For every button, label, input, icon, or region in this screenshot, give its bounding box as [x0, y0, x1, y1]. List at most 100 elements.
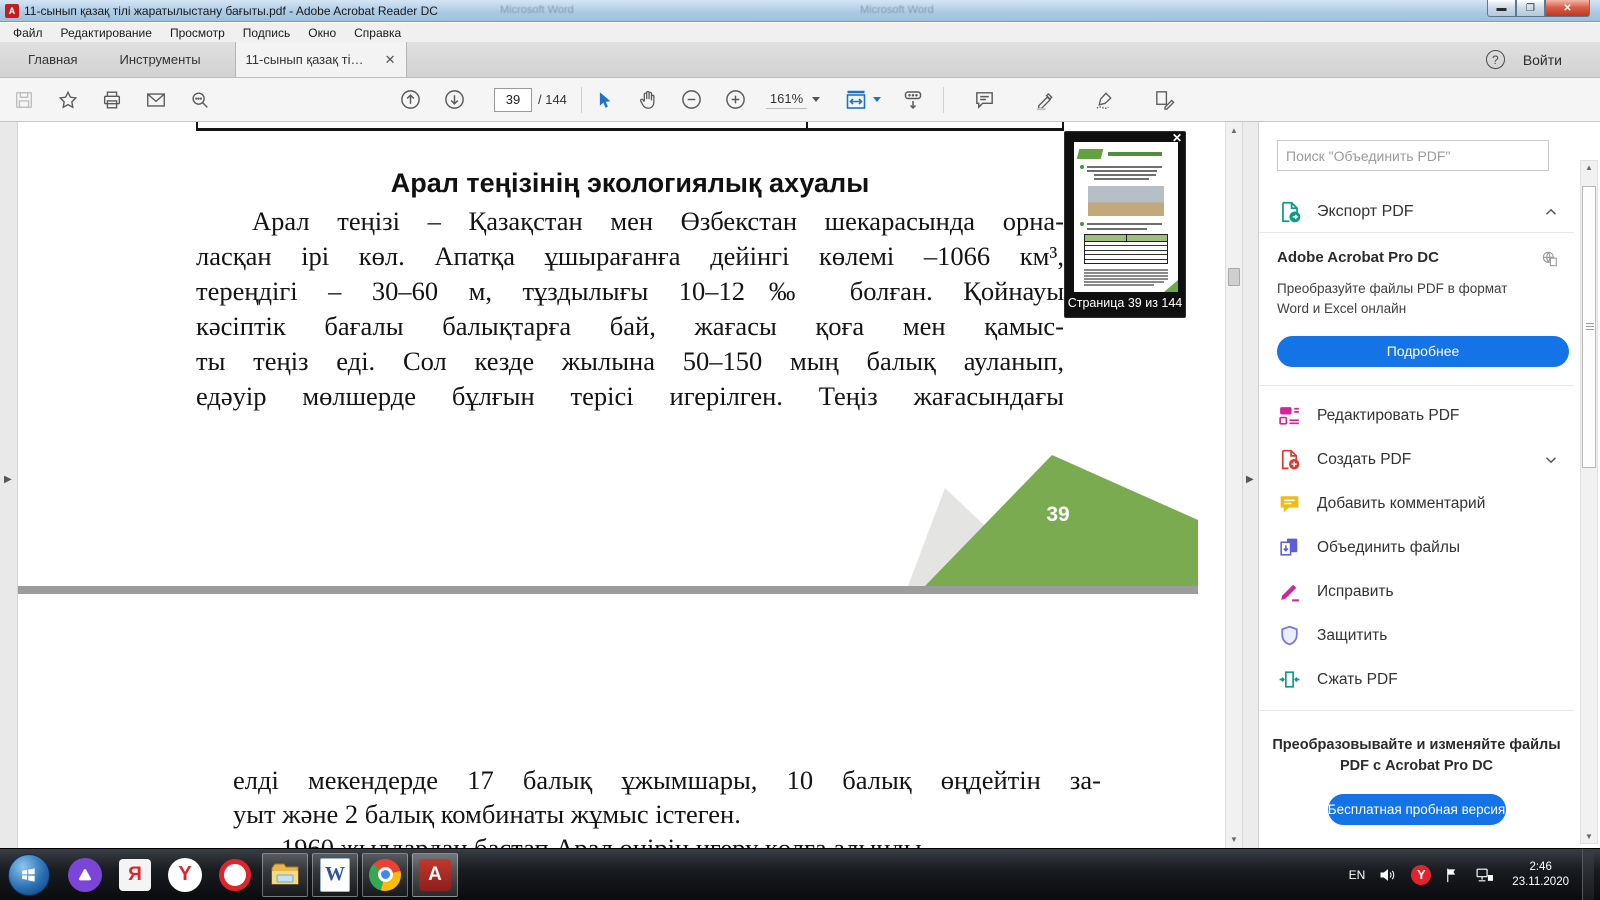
scroll-down-icon[interactable]: ▼	[1226, 835, 1242, 844]
tools-pane-strip: ▶	[1242, 122, 1258, 848]
sign-in-button[interactable]: Войти	[1523, 52, 1562, 68]
tray-yandex-icon[interactable]: Y	[1411, 865, 1431, 885]
tab-document-label: 11-сынып қазақ ті…	[246, 52, 364, 67]
language-indicator[interactable]: EN	[1349, 868, 1366, 882]
menu-help[interactable]: Справка	[345, 26, 410, 40]
panel-scrollbar-thumb[interactable]	[1582, 186, 1596, 468]
fill-sign-icon[interactable]	[1092, 88, 1116, 112]
document-area[interactable]: Арал теңізінің экологиялық ахуалы Арал т…	[18, 122, 1225, 848]
tab-document[interactable]: 11-сынып қазақ ті… ✕	[235, 42, 407, 77]
fix-pencil-icon	[1277, 579, 1302, 604]
navigation-pane-strip: ▶	[0, 122, 18, 848]
search-icon[interactable]	[188, 88, 212, 112]
zoom-in-icon[interactable]	[724, 88, 748, 112]
clock[interactable]: 2:46 23.11.2020	[1512, 860, 1569, 890]
start-button[interactable]	[8, 854, 50, 896]
taskbar-chrome-icon[interactable]	[362, 853, 408, 897]
save-icon[interactable]	[12, 88, 36, 112]
email-icon[interactable]	[144, 88, 168, 112]
next-page-icon[interactable]	[442, 88, 466, 112]
tools-search-input[interactable]	[1286, 148, 1540, 164]
tool-compress-pdf[interactable]: Сжать PDF	[1259, 658, 1574, 702]
background-window-title: Microsoft Word	[500, 4, 574, 16]
promo-more-button[interactable]: Подробнее	[1277, 336, 1569, 367]
comment-icon[interactable]	[972, 88, 996, 112]
tool-protect[interactable]: Защитить	[1259, 614, 1574, 658]
taskbar-yandex-browser-icon[interactable]: Y	[162, 853, 208, 897]
action-center-flag-icon[interactable]	[1444, 866, 1462, 884]
restore-button[interactable]: ❐	[1516, 0, 1545, 17]
print-icon[interactable]	[100, 88, 124, 112]
page-scrolling-icon[interactable]	[901, 88, 925, 112]
tab-tools[interactable]: Инструменты	[105, 42, 214, 77]
tab-close-icon[interactable]: ✕	[385, 52, 396, 68]
article-paragraph: Арал теңізі – Қазақстан мен Өзбекстан ше…	[196, 204, 1064, 414]
page-number-input[interactable]	[494, 88, 532, 112]
tool-add-comment[interactable]: Добавить комментарий	[1259, 482, 1574, 526]
tools-search-box[interactable]	[1277, 140, 1549, 171]
taskbar-acrobat-icon[interactable]: A	[412, 853, 458, 897]
document-scrollbar[interactable]: ▲ ▼	[1225, 122, 1242, 848]
panel-footer: Преобразовывайте и изменяйте файлы PDF с…	[1259, 711, 1574, 825]
scroll-up-icon[interactable]: ▲	[1226, 126, 1242, 135]
toolbar: / 144 161%	[0, 78, 1600, 122]
minimize-button[interactable]: ▬	[1487, 0, 1516, 17]
popup-caption: Страница 39 из 144	[1065, 296, 1185, 310]
star-bookmark-icon[interactable]	[56, 88, 80, 112]
tool-export-pdf[interactable]: Экспорт PDF	[1259, 191, 1574, 233]
paragraph-line: уыт және 2 балық комбинаты жұмыс істеген…	[233, 797, 1101, 831]
tab-home[interactable]: Главная	[14, 42, 91, 77]
zoom-dropdown-caret-icon[interactable]	[812, 97, 820, 102]
page-thumbnail	[1074, 142, 1178, 292]
menu-sign[interactable]: Подпись	[234, 26, 300, 40]
tool-edit-pdf[interactable]: Редактировать PDF	[1259, 394, 1574, 438]
free-trial-button[interactable]: Бесплатная пробная версия	[1328, 794, 1506, 825]
chevron-down-icon[interactable]	[1542, 451, 1560, 469]
globe-document-icon	[1540, 249, 1560, 269]
promo-title: Adobe Acrobat Pro DC	[1277, 249, 1439, 266]
select-tool-icon[interactable]	[592, 88, 616, 112]
taskbar-yandex-icon[interactable]: Я	[112, 853, 158, 897]
tool-create-pdf[interactable]: Создать PDF	[1259, 438, 1574, 482]
menu-edit[interactable]: Редактирование	[52, 26, 161, 40]
previous-page-icon[interactable]	[398, 88, 422, 112]
menu-file[interactable]: Файл	[4, 26, 52, 40]
tool-combine-files[interactable]: Объединить файлы	[1259, 526, 1574, 570]
taskbar-word-icon[interactable]: W	[312, 853, 358, 897]
chevron-up-icon[interactable]	[1542, 203, 1560, 221]
paragraph-line: ты теңіз еді. Сол кезде жылына 50–150 мы…	[196, 344, 1064, 379]
close-button[interactable]: ✕	[1545, 0, 1590, 17]
zoom-out-icon[interactable]	[680, 88, 704, 112]
panel-scroll-up-icon[interactable]: ▲	[1581, 163, 1597, 172]
taskbar-explorer-icon[interactable]	[262, 853, 308, 897]
page-number-badge: 39	[1046, 503, 1069, 526]
hand-tool-icon[interactable]	[636, 88, 660, 112]
navigation-pane-toggle-icon[interactable]: ▶	[4, 474, 12, 485]
panel-scrollbar[interactable]: ▲ ▼	[1580, 160, 1598, 844]
show-desktop-button[interactable]	[1582, 849, 1594, 900]
page-preview-popup: ✕ Страница 39 из 144	[1064, 131, 1186, 318]
zoom-level-value[interactable]: 161%	[766, 91, 807, 109]
window-controls: ▬ ❐ ✕	[1487, 0, 1590, 17]
edit-pdf-icon	[1277, 403, 1302, 428]
thumbnail-photo	[1088, 186, 1164, 216]
fit-dropdown-caret-icon[interactable]	[873, 97, 881, 102]
taskbar-opera-icon[interactable]	[212, 853, 258, 897]
fit-width-icon[interactable]	[844, 88, 868, 112]
tool-fix[interactable]: Исправить	[1259, 570, 1574, 614]
tools-panel: Экспорт PDF Adobe Acrobat Pro DC Преобра…	[1258, 122, 1600, 848]
tools-pane-toggle-icon[interactable]: ▶	[1246, 474, 1254, 485]
highlight-icon[interactable]	[1032, 88, 1056, 112]
document-scrollbar-thumb[interactable]	[1228, 268, 1240, 286]
protect-shield-icon	[1277, 623, 1302, 648]
help-icon[interactable]: ?	[1486, 50, 1505, 69]
panel-scroll-down-icon[interactable]: ▼	[1581, 832, 1597, 841]
menu-window[interactable]: Окно	[299, 26, 345, 40]
volume-icon[interactable]	[1378, 865, 1398, 885]
send-for-review-icon[interactable]	[1152, 88, 1176, 112]
tools-list: Редактировать PDF Создать PDF Добавить к…	[1259, 386, 1574, 711]
footer-text: Преобразовывайте и изменяйте файлы PDF с…	[1267, 735, 1566, 777]
network-icon[interactable]	[1475, 865, 1495, 885]
menu-view[interactable]: Просмотр	[161, 26, 234, 40]
taskbar-alice-icon[interactable]	[62, 853, 108, 897]
